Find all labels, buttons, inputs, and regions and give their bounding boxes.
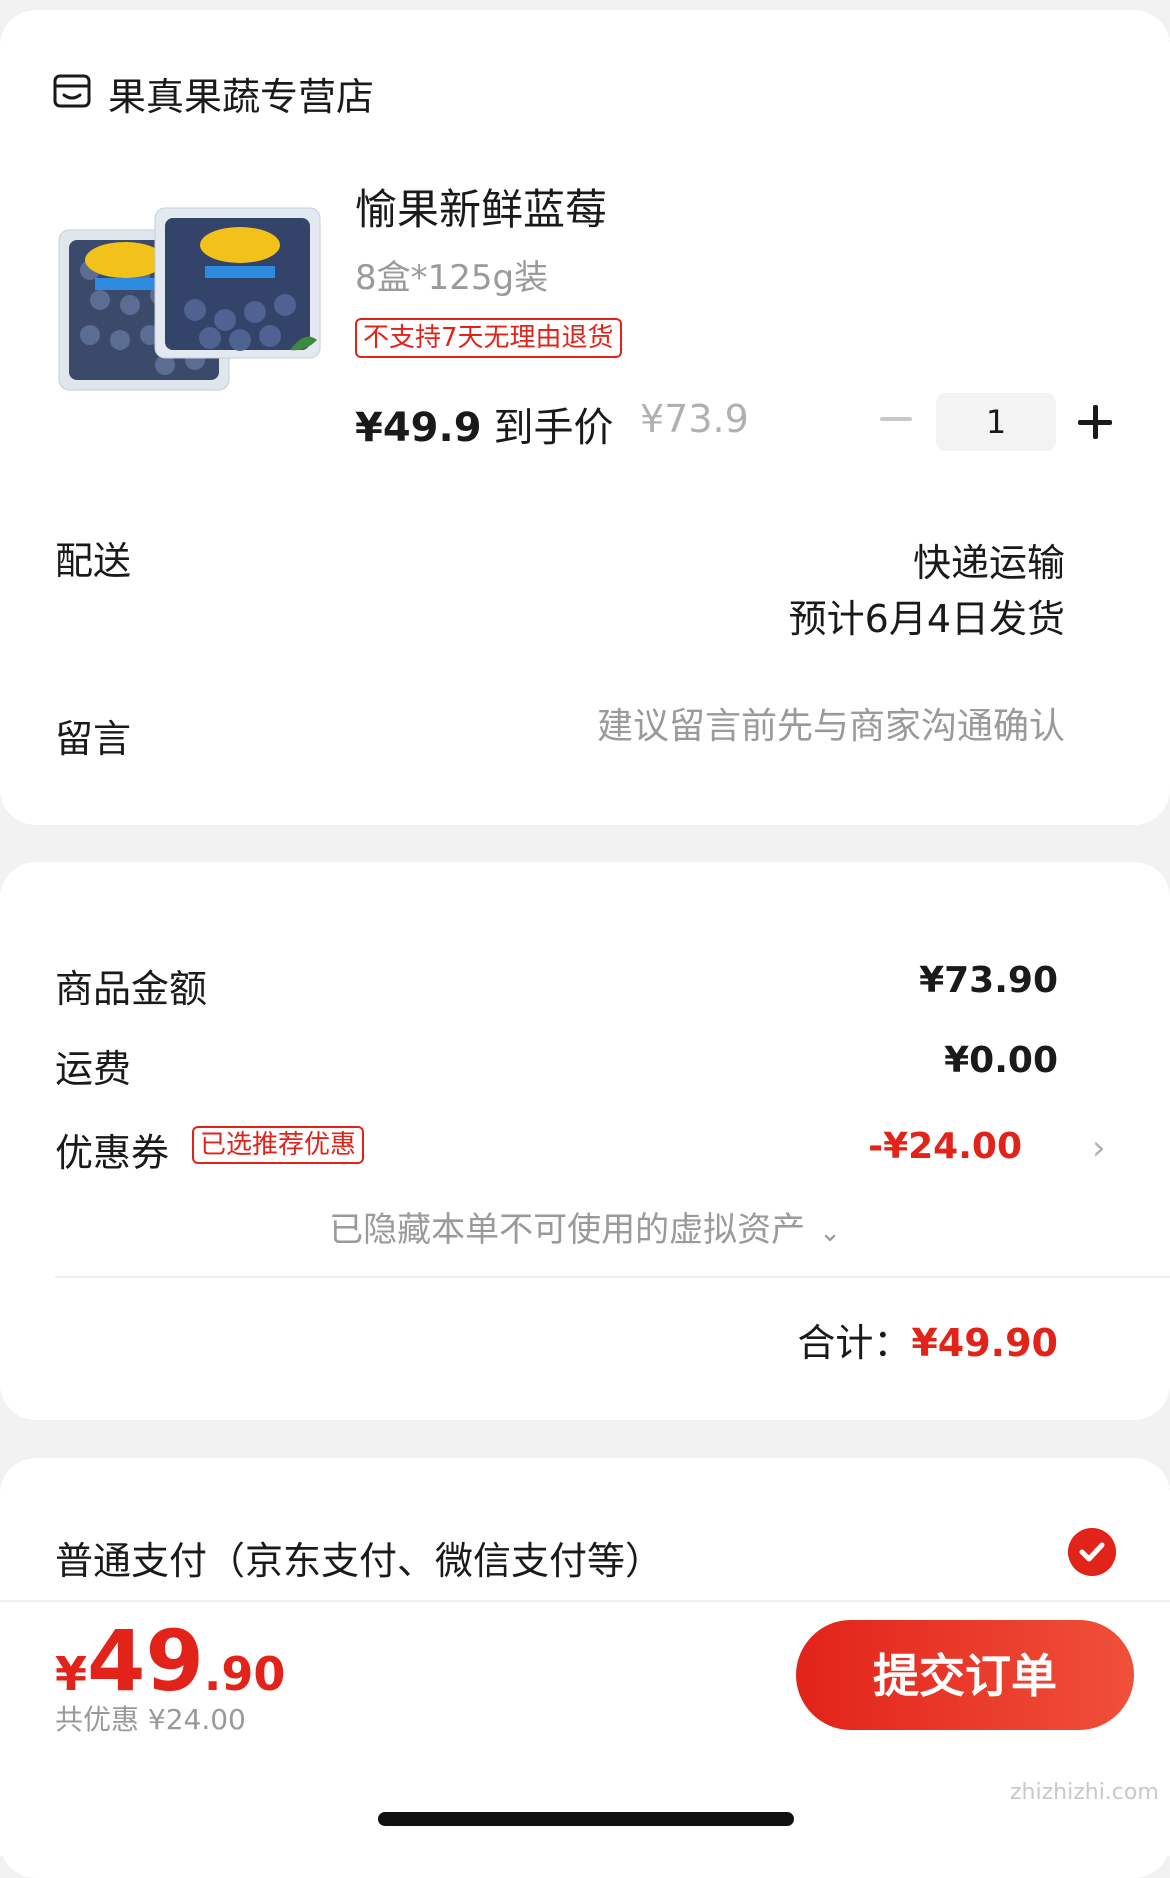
order-total: 合计：¥49.90 (797, 1312, 1058, 1367)
divider (55, 1276, 1170, 1278)
price-decimal: .90 (203, 1647, 286, 1701)
checkmark-icon[interactable] (1068, 1528, 1116, 1576)
freight-label: 运费 (55, 1047, 132, 1091)
message-input[interactable] (505, 706, 1065, 747)
quantity-input[interactable]: 1 (936, 393, 1056, 451)
no-return-badge: 不支持7天无理由退货 (355, 318, 622, 358)
product-title[interactable]: 愉果新鲜蓝莓 (355, 176, 607, 237)
chevron-right-icon[interactable]: › (1092, 1128, 1106, 1168)
coupon-value[interactable]: -¥24.00 (868, 1126, 1022, 1167)
total-value: ¥49.90 (911, 1321, 1058, 1365)
home-indicator (378, 1812, 794, 1826)
payable-price: ¥49.90 (55, 1612, 285, 1710)
coupon-recommended-badge: 已选推荐优惠 (192, 1126, 365, 1164)
quantity-increase-button[interactable] (1078, 405, 1112, 439)
total-label: 合计： (797, 1321, 912, 1365)
watermark: zhizhizhi.com (1010, 1780, 1159, 1805)
store-icon (53, 74, 91, 108)
product-price-value: ¥49.9 (355, 405, 482, 451)
price-integer: 49 (87, 1612, 204, 1710)
shipping-estimate: 预计6月4日发货 (788, 597, 1065, 641)
quantity-decrease-button[interactable] (878, 400, 914, 436)
freight-value: ¥0.00 (944, 1040, 1058, 1081)
total-saved: 共优惠 ¥24.00 (55, 1703, 246, 1736)
hidden-assets-toggle[interactable]: 已隐藏本单不可使用的虚拟资产 ⌄ (0, 1202, 1170, 1251)
product-price: ¥49.9 到手价 (355, 395, 614, 453)
product-spec: 8盒*125g装 (355, 258, 549, 298)
goods-amount-value: ¥73.90 (919, 960, 1058, 1001)
goods-amount-label: 商品金额 (55, 967, 208, 1011)
payment-method-label[interactable]: 普通支付（京东支付、微信支付等） (55, 1530, 663, 1585)
price-symbol: ¥ (55, 1647, 88, 1701)
hidden-assets-text: 已隐藏本单不可使用的虚拟资产 (329, 1210, 806, 1250)
store-name[interactable]: 果真果蔬专营店 (108, 66, 374, 121)
message-label: 留言 (55, 717, 132, 761)
coupon-label[interactable]: 优惠券 (55, 1122, 169, 1177)
submit-order-button[interactable]: 提交订单 (796, 1620, 1134, 1730)
shipping-method[interactable]: 快递运输 (913, 532, 1065, 587)
product-image[interactable] (55, 200, 325, 410)
chevron-down-icon: ⌄ (819, 1218, 841, 1248)
product-price-label: 到手价 (493, 405, 614, 451)
shipping-label: 配送 (55, 539, 132, 583)
product-original-price: ¥73.9 (640, 397, 749, 441)
